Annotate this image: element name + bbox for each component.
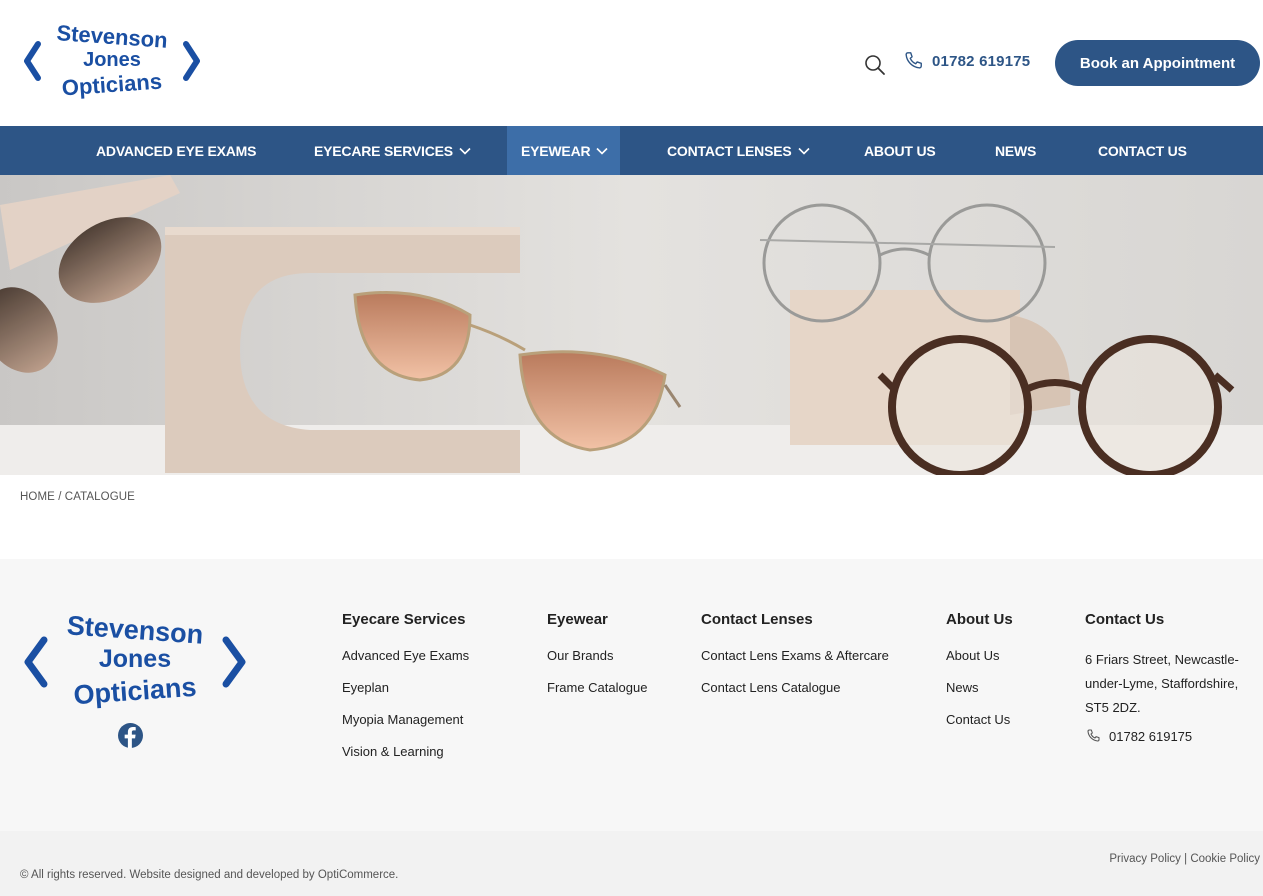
nav-label: ABOUT US xyxy=(864,142,936,159)
footer-column-eyecare: Eyecare Services Advanced Eye Exams Eyep… xyxy=(342,611,469,776)
footer-heading: Contact Lenses xyxy=(701,611,813,628)
search-button[interactable] xyxy=(862,52,888,78)
footer-phone-number: 01782 619175 xyxy=(1109,728,1193,744)
nav-label: ADVANCED EYE EXAMS xyxy=(96,142,257,159)
book-appointment-button[interactable]: Book an Appointment xyxy=(1055,40,1260,86)
nav-item-contact-lenses[interactable]: CONTACT LENSES xyxy=(667,126,810,175)
breadcrumb-current: CATALOGUE xyxy=(64,491,135,503)
legal-links: Privacy Policy | Cookie Policy xyxy=(1109,853,1260,865)
footer-heading: Eyewear xyxy=(547,611,608,628)
nav-label: EYEWEAR xyxy=(521,142,591,159)
eyewear-photo xyxy=(0,175,1263,475)
svg-text:Stevenson: Stevenson xyxy=(56,20,169,53)
main-navigation: ADVANCED EYE EXAMS EYECARE SERVICES EYEW… xyxy=(0,126,1263,175)
footer-link-myopia-management[interactable]: Myopia Management xyxy=(342,712,469,727)
footer-address: 6 Friars Street, Newcastle-under-Lyme, S… xyxy=(1085,652,1239,715)
breadcrumb-home-link[interactable]: HOME xyxy=(20,491,55,503)
header-phone-link[interactable]: 01782 619175 xyxy=(902,50,1030,72)
nav-item-eyecare-services[interactable]: EYECARE SERVICES xyxy=(314,126,471,175)
footer-column-contact: Contact Us 6 Friars Street, Newcastle-un… xyxy=(1085,611,1255,744)
search-icon xyxy=(865,55,885,75)
nav-item-contact-us[interactable]: CONTACT US xyxy=(1098,126,1187,175)
site-logo[interactable]: Stevenson Jones Opticians xyxy=(22,18,202,104)
footer-heading: Contact Us xyxy=(1085,611,1165,628)
footer-link-eyeplan[interactable]: Eyeplan xyxy=(342,680,469,695)
nav-label: EYECARE SERVICES xyxy=(314,142,453,159)
nav-item-news[interactable]: NEWS xyxy=(995,126,1036,175)
header-phone-number: 01782 619175 xyxy=(932,52,1031,70)
facebook-link[interactable] xyxy=(118,723,143,748)
footer-link-contact-lens-catalogue[interactable]: Contact Lens Catalogue xyxy=(701,680,889,695)
chevron-down-icon xyxy=(797,147,810,155)
nav-label: CONTACT LENSES xyxy=(667,142,792,159)
footer-bottom-bar: © All rights reserved. Website designed … xyxy=(0,831,1263,896)
breadcrumb-separator: / xyxy=(54,491,65,503)
site-footer: Stevenson Jones Opticians Eyecare Servic… xyxy=(0,559,1263,831)
nav-item-about-us[interactable]: ABOUT US xyxy=(864,126,936,175)
facebook-icon xyxy=(118,723,143,748)
svg-text:Jones: Jones xyxy=(83,49,141,71)
footer-link-about-us[interactable]: About Us xyxy=(946,648,1013,663)
footer-link-frame-catalogue[interactable]: Frame Catalogue xyxy=(547,680,647,695)
nav-item-eyewear[interactable]: EYEWEAR xyxy=(507,126,620,175)
legal-separator: | xyxy=(1180,853,1191,865)
hero-banner-image xyxy=(0,175,1263,475)
footer-link-advanced-eye-exams[interactable]: Advanced Eye Exams xyxy=(342,648,469,663)
phone-icon xyxy=(1087,729,1100,742)
breadcrumb: HOME / CATALOGUE xyxy=(20,491,135,503)
chevron-down-icon xyxy=(596,147,608,155)
svg-text:Stevenson: Stevenson xyxy=(66,610,204,649)
footer-link-news[interactable]: News xyxy=(946,680,1013,695)
footer-link-vision-learning[interactable]: Vision & Learning xyxy=(342,744,469,759)
footer-phone-link[interactable]: 01782 619175 xyxy=(1085,728,1255,744)
footer-logo[interactable]: Stevenson Jones Opticians xyxy=(22,607,248,717)
site-header: Stevenson Jones Opticians 01782 619175 B… xyxy=(0,0,1263,126)
chevron-down-icon xyxy=(459,147,471,155)
privacy-policy-link[interactable]: Privacy Policy xyxy=(1109,853,1181,865)
footer-link-our-brands[interactable]: Our Brands xyxy=(547,648,647,663)
nav-label: NEWS xyxy=(995,142,1037,159)
svg-text:Opticians: Opticians xyxy=(73,672,198,711)
nav-item-advanced-eye-exams[interactable]: ADVANCED EYE EXAMS xyxy=(96,126,256,175)
svg-text:Opticians: Opticians xyxy=(61,69,163,101)
svg-text:Jones: Jones xyxy=(99,645,171,673)
nav-label: CONTACT US xyxy=(1098,142,1187,159)
footer-column-contact-lenses: Contact Lenses Contact Lens Exams & Afte… xyxy=(701,611,889,712)
footer-heading: Eyecare Services xyxy=(342,611,466,628)
phone-icon xyxy=(905,52,922,69)
footer-link-contact-us[interactable]: Contact Us xyxy=(946,712,1013,727)
footer-column-about: About Us About Us News Contact Us xyxy=(946,611,1013,744)
footer-heading: About Us xyxy=(946,611,1013,628)
footer-link-contact-lens-exams[interactable]: Contact Lens Exams & Aftercare xyxy=(701,648,889,663)
cookie-policy-link[interactable]: Cookie Policy xyxy=(1190,853,1260,865)
footer-column-eyewear: Eyewear Our Brands Frame Catalogue xyxy=(547,611,647,712)
copyright-text: © All rights reserved. Website designed … xyxy=(20,869,399,881)
